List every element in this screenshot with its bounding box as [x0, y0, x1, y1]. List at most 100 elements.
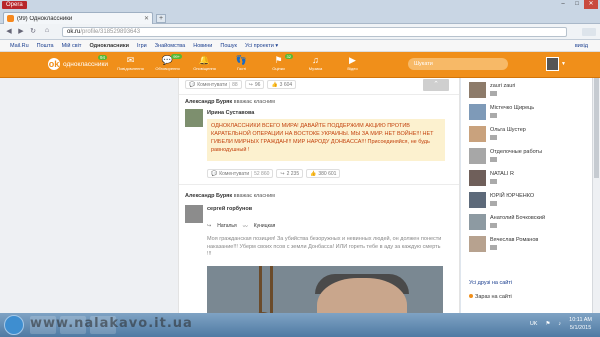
reload-icon[interactable]: ↻ — [28, 27, 38, 35]
share-count: 2 235 — [286, 170, 300, 177]
activity-user[interactable]: Александр Буряк — [185, 193, 232, 199]
page-scrollbar[interactable] — [592, 78, 600, 313]
friend-name[interactable]: NATALI R — [490, 171, 514, 177]
menu-item-notifications[interactable]: 🔔 Оповіщення — [186, 54, 223, 76]
portal-link[interactable]: Новини — [193, 43, 212, 49]
maximize-icon[interactable]: □ — [570, 0, 584, 9]
volume-icon[interactable]: ♪ — [558, 321, 561, 327]
back-icon[interactable]: ◀ — [4, 27, 14, 35]
friend-name[interactable]: ЮРІЙ ЮРЧЕНКО — [490, 193, 534, 199]
comment-button[interactable]: 💬 Коментувати 88 — [185, 80, 242, 89]
menu-item-guests[interactable]: 👣 Гості — [223, 54, 260, 76]
avatar[interactable] — [469, 236, 486, 252]
portal-link[interactable]: Ігри — [137, 43, 147, 49]
post-image[interactable] — [207, 266, 443, 313]
portal-link[interactable]: Усі проекти ▾ — [245, 43, 278, 49]
gift-from[interactable]: Наталья — [217, 223, 237, 230]
portal-link[interactable]: Знайомства — [155, 43, 186, 49]
logout-link[interactable]: вихід — [575, 43, 588, 49]
language-indicator[interactable]: UK — [530, 321, 538, 327]
message-icon[interactable] — [490, 113, 497, 118]
friend-name[interactable]: Мiстечко Щирець — [490, 105, 534, 111]
avatar[interactable] — [469, 148, 486, 164]
portal-link-active[interactable]: Однокласники — [89, 43, 129, 49]
menu-item-discussions[interactable]: 99+ 💬 Обговорення — [149, 54, 186, 76]
like-button[interactable]: 👍 3 604 — [267, 80, 297, 89]
author-avatar[interactable] — [185, 109, 203, 127]
friend-item[interactable]: Вячеслав Романов — [469, 236, 599, 254]
friend-item[interactable]: zauri zauri — [469, 82, 599, 100]
message-icon[interactable] — [490, 201, 497, 206]
post-text[interactable]: ОДНОКЛАССНИКИ ВСЕГО МИРА! ДАВАЙТЕ ПОДДЕР… — [207, 119, 445, 161]
menu-item-ratings[interactable]: 32 ⚑ Оцінки — [260, 54, 297, 76]
friend-item[interactable]: NATALI R — [469, 170, 599, 188]
url-host: ok.ru — [67, 29, 81, 35]
opera-menu-button[interactable]: Opera — [2, 1, 27, 9]
menu-label: Обговорення — [155, 66, 180, 71]
gift-to[interactable]: Куницкая — [254, 223, 276, 230]
tab-odnoklassniki[interactable]: (99) Одноклассники ✕ — [3, 12, 153, 24]
url-input[interactable]: ok.ru/profile/318529893643 — [62, 27, 567, 37]
avatar[interactable] — [469, 82, 486, 98]
clock[interactable]: 10:11 AM 5/1/2015 — [569, 316, 592, 332]
portal-link[interactable]: Mail.Ru — [10, 43, 29, 49]
avatar[interactable] — [469, 170, 486, 186]
chevron-down-icon[interactable]: ▼ — [561, 61, 566, 67]
start-button[interactable] — [4, 315, 24, 335]
all-friends-link[interactable]: Усі друзі на сайті — [469, 280, 512, 286]
friend-item[interactable]: Отделочные работы — [469, 148, 599, 166]
post-author[interactable]: Ирина Суставова — [207, 110, 254, 116]
ok-logo-icon[interactable]: ok — [48, 58, 60, 70]
tab-strip: (99) Одноклассники ✕ + — [0, 10, 600, 24]
friend-item[interactable]: Мiстечко Щирець — [469, 104, 599, 122]
scroll-up-button[interactable]: ⌃ — [423, 79, 449, 91]
search-input[interactable]: Шукати — [408, 58, 508, 70]
avatar[interactable] — [469, 104, 486, 120]
message-icon[interactable] — [490, 179, 497, 184]
new-tab-button[interactable]: + — [156, 14, 166, 23]
download-icon[interactable] — [582, 28, 596, 36]
menu-item-video[interactable]: ▶ Відео — [334, 54, 371, 76]
message-icon[interactable] — [490, 135, 497, 140]
minimize-icon[interactable]: – — [556, 0, 570, 9]
comment-button[interactable]: 💬 Коментувати 52 860 — [207, 169, 274, 178]
post-text[interactable]: Моя гражданская позиция! За убийства без… — [207, 236, 443, 259]
friend-name[interactable]: Ольга Шустер — [490, 127, 526, 133]
avatar[interactable] — [469, 192, 486, 208]
message-icon[interactable] — [490, 157, 497, 162]
friend-name[interactable]: Отделочные работы — [490, 149, 542, 155]
friend-item[interactable]: Ольга Шустер — [469, 126, 599, 144]
ok-logo-text[interactable]: одноклассники — [63, 61, 108, 68]
message-icon[interactable] — [490, 223, 497, 228]
friend-item[interactable]: Анатолий Бочковский — [469, 214, 599, 232]
avatar[interactable] — [469, 214, 486, 230]
share-button[interactable]: ↪ 96 — [244, 80, 265, 89]
scrollbar-thumb[interactable] — [594, 78, 599, 178]
avatar[interactable] — [469, 126, 486, 142]
portal-link[interactable]: Пошук — [220, 43, 237, 49]
portal-link[interactable]: Мій світ — [62, 43, 82, 49]
friend-item[interactable]: ЮРІЙ ЮРЧЕНКО — [469, 192, 599, 210]
message-icon[interactable] — [490, 245, 497, 250]
envelope-icon: ✉ — [126, 55, 135, 65]
friend-name[interactable]: zauri zauri — [490, 83, 515, 89]
online-link[interactable]: Зараз на сайті — [469, 294, 512, 300]
close-icon[interactable]: ✕ — [584, 0, 598, 9]
like-button[interactable]: 👍 380 601 — [306, 169, 341, 178]
portal-link[interactable]: Пошта — [37, 43, 54, 49]
tab-close-icon[interactable]: ✕ — [144, 15, 149, 22]
menu-item-music[interactable]: ♫ Музика — [297, 54, 334, 76]
menu-item-messages[interactable]: ✉ Повідомлення — [112, 54, 149, 76]
avatar[interactable] — [546, 57, 559, 71]
author-avatar[interactable] — [185, 205, 203, 223]
friend-name[interactable]: Анатолий Бочковский — [490, 215, 545, 221]
share-button[interactable]: ↪ 2 235 — [276, 169, 304, 178]
friend-name[interactable]: Вячеслав Романов — [490, 237, 538, 243]
activity-user[interactable]: Александр Буряк — [185, 99, 232, 105]
forward-icon[interactable]: ▶ — [16, 27, 26, 35]
home-icon[interactable]: ⌂ — [42, 27, 52, 34]
system-tray: UK ⚑ ♪ 10:11 AM 5/1/2015 — [530, 316, 592, 332]
message-icon[interactable] — [490, 91, 497, 96]
flag-icon[interactable]: ⚑ — [545, 321, 550, 327]
post-author[interactable]: сергей горбунов — [207, 206, 252, 212]
